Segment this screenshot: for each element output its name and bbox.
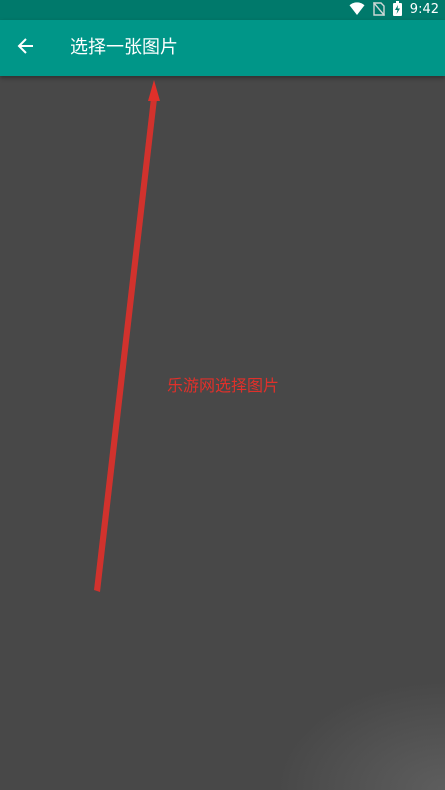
status-time: 9:42 xyxy=(409,2,439,17)
page-title: 选择一张图片 xyxy=(70,37,178,58)
battery-charging-icon xyxy=(392,0,402,20)
status-bar: 9:42 xyxy=(0,0,445,20)
app-bar: 选择一张图片 xyxy=(0,20,445,76)
image-picker-area[interactable] xyxy=(0,76,445,790)
watermark-glow xyxy=(275,680,445,790)
wifi-icon xyxy=(349,1,365,20)
arrow-left-icon xyxy=(17,37,35,59)
annotation-label: 乐游网选择图片 xyxy=(167,376,280,395)
back-button[interactable] xyxy=(10,32,42,64)
status-icons: 9:42 xyxy=(349,0,439,20)
no-sim-icon xyxy=(372,1,385,20)
